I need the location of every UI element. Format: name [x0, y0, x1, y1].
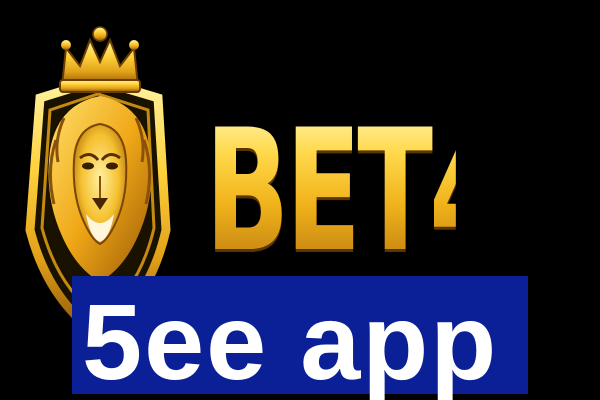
caption-text: 5ee app — [82, 281, 499, 400]
crown-icon — [59, 26, 141, 93]
brand-wordmark: BET4K — [205, 93, 588, 289]
banner-image: BET4K 5ee app — [0, 0, 600, 400]
